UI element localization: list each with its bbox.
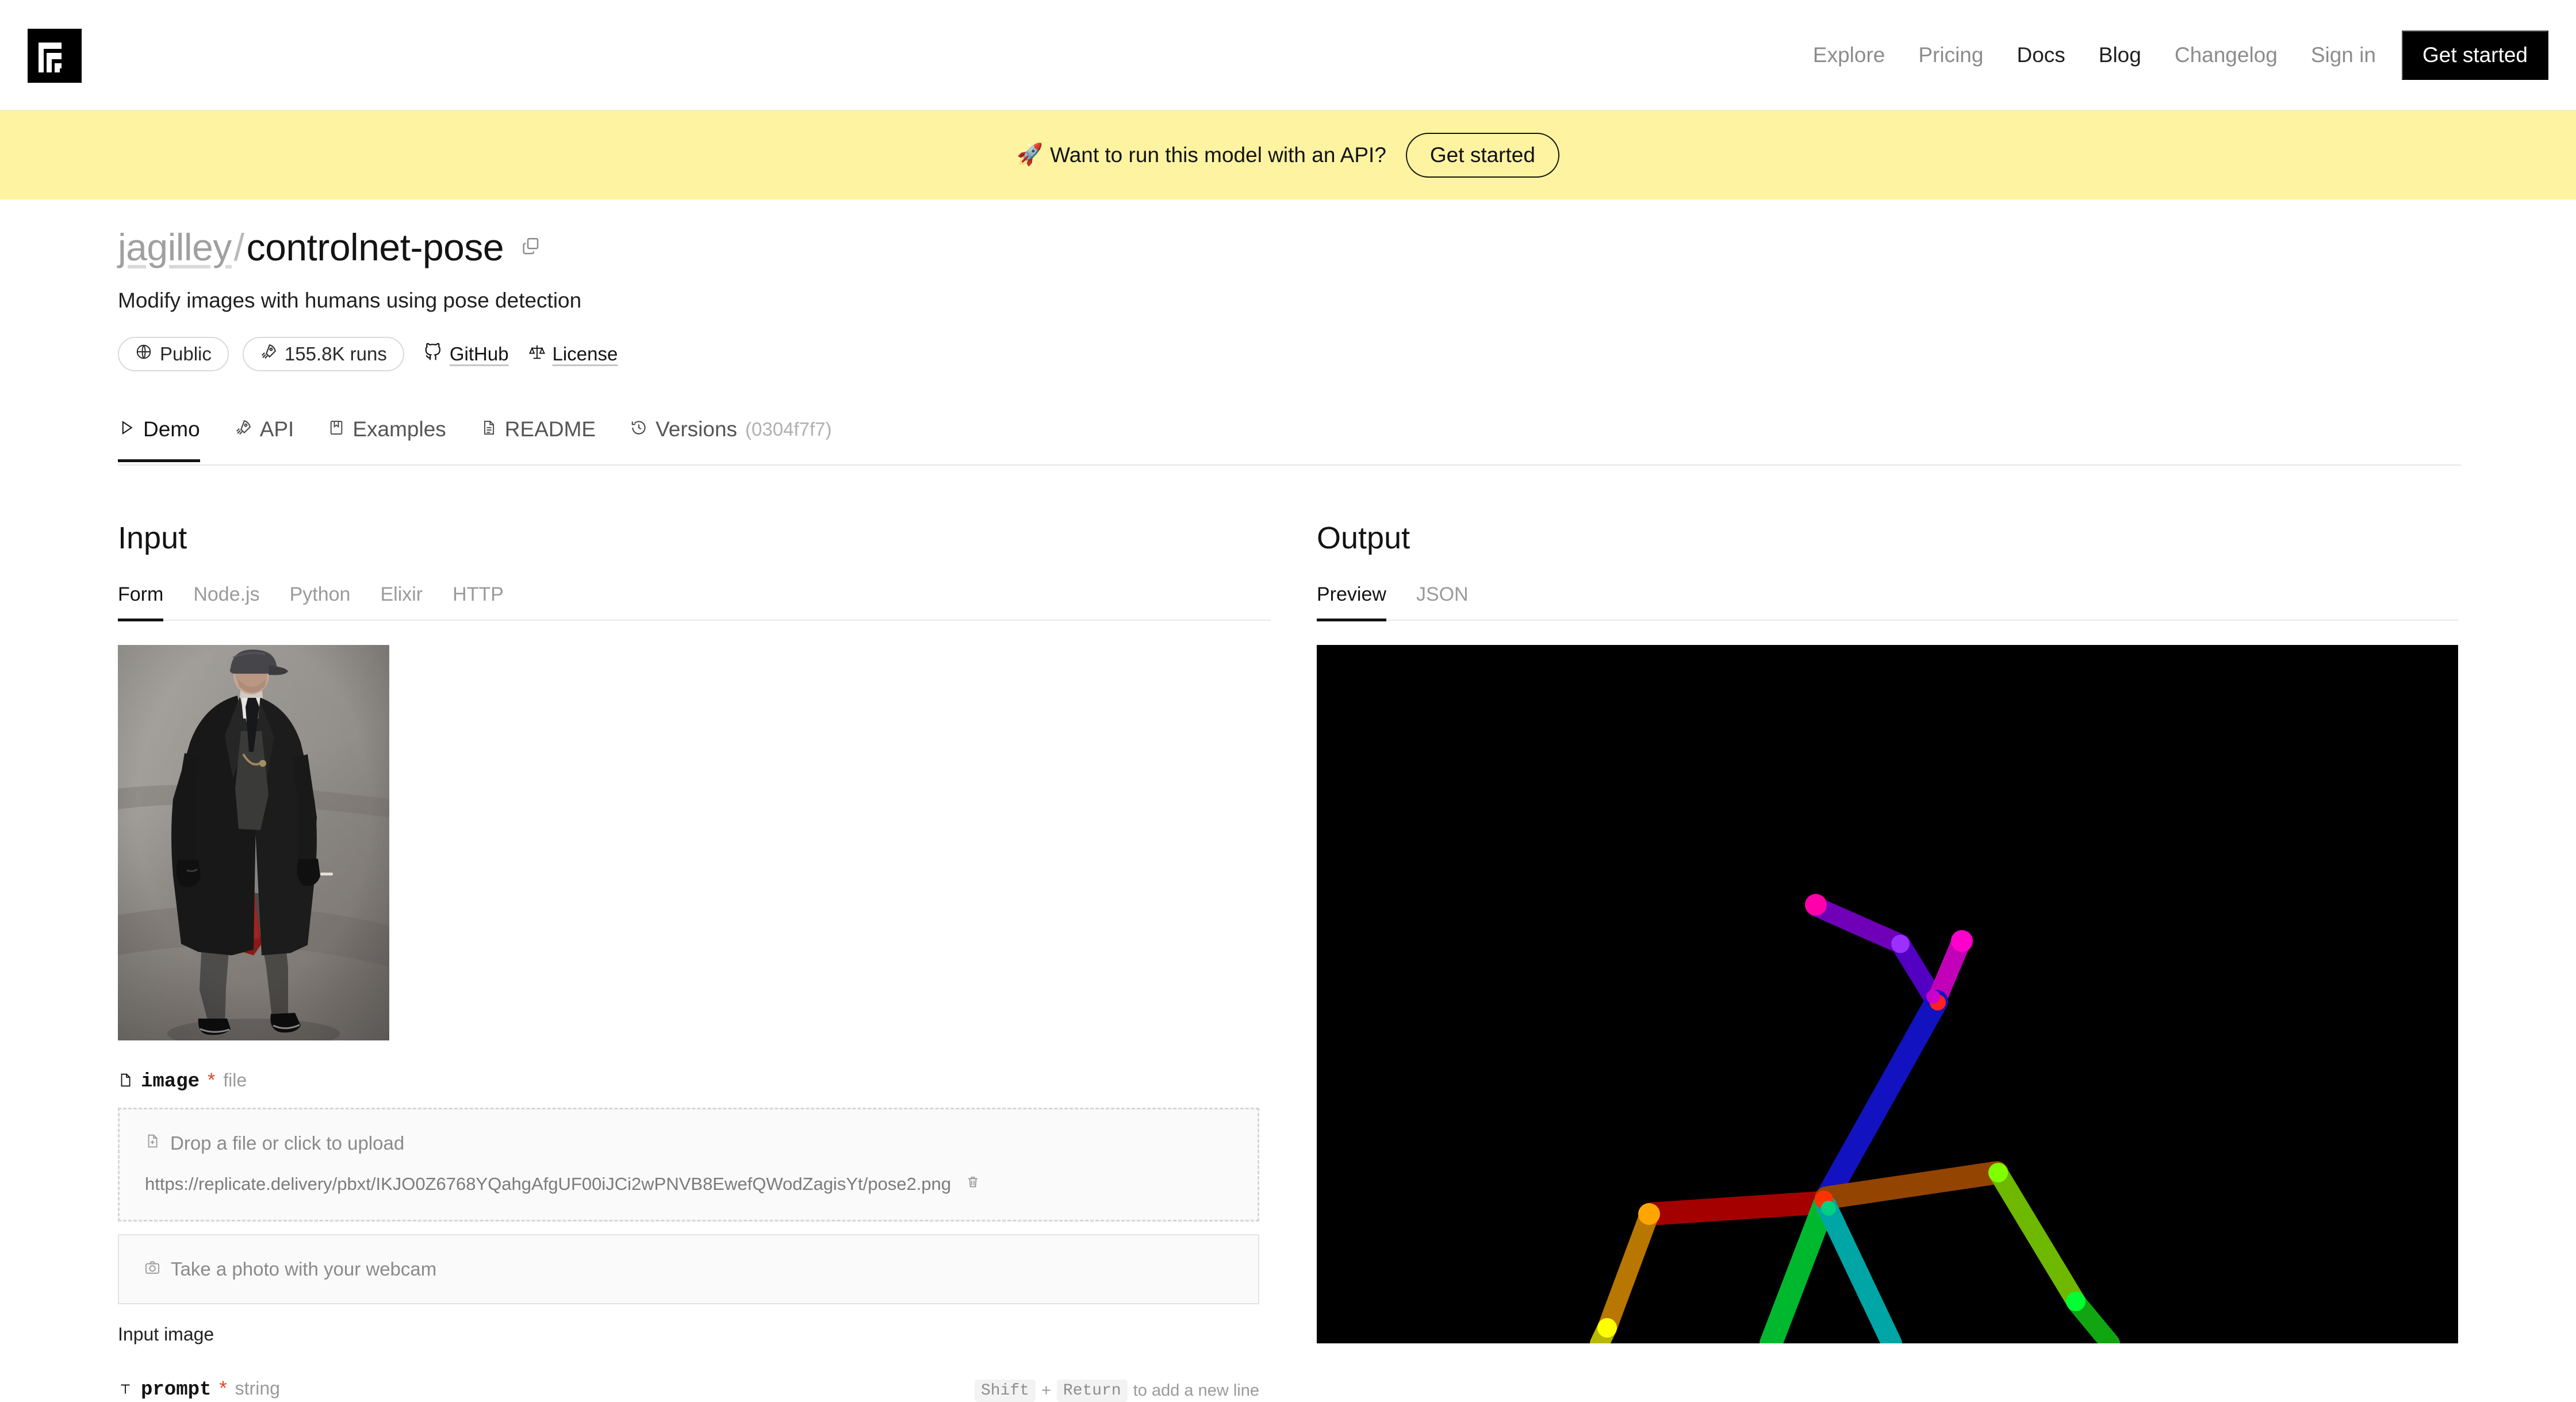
input-subtab-bar: Form Node.js Python Elixir HTTP xyxy=(118,583,1271,621)
image-field-label: image * file xyxy=(118,1069,1271,1093)
output-panel: Output Preview JSON xyxy=(1317,520,2458,1343)
model-description: Modify images with humans using pose det… xyxy=(118,289,582,312)
license-link[interactable]: License xyxy=(528,343,618,365)
breadcrumb: jagilley/controlnet-pose xyxy=(118,225,618,269)
top-navigation-bar: Explore Pricing Docs Blog Changelog Sign… xyxy=(0,0,2576,110)
api-promo-banner: 🚀 Want to run this model with an API? Ge… xyxy=(0,110,2576,199)
tab-readme-label: README xyxy=(504,417,596,441)
tab-demo[interactable]: Demo xyxy=(118,413,217,462)
trash-icon[interactable] xyxy=(966,1174,980,1194)
image-field-helper-text: Input image xyxy=(118,1324,214,1345)
input-panel: Input Form Node.js Python Elixir HTTP im… xyxy=(118,520,1271,1402)
tab-versions-hash: (0304f7f7) xyxy=(745,418,832,440)
text-icon xyxy=(118,1380,133,1402)
nav-link-explore[interactable]: Explore xyxy=(1796,43,1902,67)
replicate-logo-icon[interactable] xyxy=(28,29,82,83)
kbd-hint-text: to add a new line xyxy=(1133,1381,1259,1400)
prompt-keyboard-hint: Shift + Return to add a new line xyxy=(974,1380,1259,1402)
dropzone-prompt: Drop a file or click to upload xyxy=(145,1132,1232,1154)
image-field-required: * xyxy=(208,1069,216,1091)
tab-examples[interactable]: Examples xyxy=(311,413,463,461)
banner-message: 🚀 Want to run this model with an API? xyxy=(1017,143,1386,167)
nav-link-blog[interactable]: Blog xyxy=(2082,43,2158,67)
banner-text-label: Want to run this model with an API? xyxy=(1050,143,1386,167)
output-pose-preview[interactable] xyxy=(1317,645,2458,1343)
model-meta-row: Public 155.8K runs GitHub License xyxy=(118,337,618,371)
kbd-return: Return xyxy=(1056,1380,1128,1402)
runs-label: 155.8K runs xyxy=(284,343,387,364)
image-field-type: file xyxy=(223,1070,247,1090)
tab-demo-label: Demo xyxy=(143,417,200,441)
copy-icon[interactable] xyxy=(521,236,540,259)
tab-versions-label: Versions xyxy=(656,417,738,441)
file-icon xyxy=(118,1071,133,1094)
github-icon xyxy=(424,343,443,366)
webcam-label: Take a photo with your webcam xyxy=(171,1258,437,1280)
prompt-field-row: prompt * string Shift + Return to add a n… xyxy=(118,1377,1259,1402)
subtab-json[interactable]: JSON xyxy=(1401,583,1483,620)
rocket-icon xyxy=(235,417,252,441)
subtab-elixir[interactable]: Elixir xyxy=(365,583,438,620)
globe-icon xyxy=(135,343,152,365)
scales-icon xyxy=(528,343,546,365)
subtab-preview[interactable]: Preview xyxy=(1317,583,1401,621)
prompt-field-name: prompt xyxy=(141,1379,212,1401)
camera-icon xyxy=(144,1258,160,1280)
subtab-http[interactable]: HTTP xyxy=(438,583,519,620)
subtab-form[interactable]: Form xyxy=(118,583,178,621)
nav-link-sign-in[interactable]: Sign in xyxy=(2294,43,2393,67)
webcam-capture-button[interactable]: Take a photo with your webcam xyxy=(118,1234,1259,1304)
get-started-button[interactable]: Get started xyxy=(2401,30,2548,80)
kbd-shift: Shift xyxy=(974,1380,1036,1402)
subtab-python[interactable]: Python xyxy=(275,583,366,620)
image-dropzone[interactable]: Drop a file or click to upload https://r… xyxy=(118,1108,1259,1222)
output-panel-title: Output xyxy=(1317,521,1410,555)
uploaded-file-row: https://replicate.delivery/pbxt/IKJO0Z67… xyxy=(145,1174,1232,1194)
main-tab-bar: Demo API Examples README Versions (0304f… xyxy=(118,413,2461,466)
prompt-field-required: * xyxy=(219,1377,227,1399)
model-owner-link[interactable]: jagilley xyxy=(118,226,232,268)
image-field-name: image xyxy=(141,1071,200,1093)
output-subtab-bar: Preview JSON xyxy=(1317,583,2458,621)
kbd-plus: + xyxy=(1041,1381,1051,1400)
input-image-preview[interactable] xyxy=(118,645,389,1040)
visibility-label: Public xyxy=(160,343,212,364)
model-header: jagilley/controlnet-pose Modify images w… xyxy=(118,225,618,371)
uploaded-file-url: https://replicate.delivery/pbxt/IKJO0Z67… xyxy=(145,1174,952,1194)
history-icon xyxy=(630,417,647,441)
prompt-field-label: prompt * string xyxy=(118,1377,280,1401)
breadcrumb-separator: / xyxy=(233,226,244,268)
nav-link-docs[interactable]: Docs xyxy=(2000,43,2082,67)
license-label: License xyxy=(552,343,618,364)
nav-links: Explore Pricing Docs Blog Changelog Sign… xyxy=(1796,0,2548,110)
runs-badge[interactable]: 155.8K runs xyxy=(242,337,404,371)
tab-api-label: API xyxy=(259,417,294,441)
rocket-icon: 🚀 xyxy=(1017,143,1044,166)
tab-api[interactable]: API xyxy=(217,413,312,461)
model-name: controlnet-pose xyxy=(246,226,504,268)
visibility-badge[interactable]: Public xyxy=(118,337,229,371)
rocket-icon xyxy=(260,343,277,365)
tab-readme[interactable]: README xyxy=(463,413,613,461)
nav-link-changelog[interactable]: Changelog xyxy=(2158,43,2294,67)
page-title: jagilley/controlnet-pose xyxy=(118,225,504,269)
tab-examples-label: Examples xyxy=(352,417,446,441)
banner-get-started-button[interactable]: Get started xyxy=(1405,132,1559,178)
dropzone-label: Drop a file or click to upload xyxy=(170,1132,405,1154)
play-icon xyxy=(118,417,135,441)
document-icon xyxy=(481,417,497,441)
input-panel-title: Input xyxy=(118,521,187,555)
subtab-nodejs[interactable]: Node.js xyxy=(178,583,274,620)
nav-link-pricing[interactable]: Pricing xyxy=(1902,43,2000,67)
prompt-field-type: string xyxy=(235,1378,280,1399)
book-icon xyxy=(328,417,344,441)
github-link[interactable]: GitHub xyxy=(424,343,509,366)
tab-versions[interactable]: Versions (0304f7f7) xyxy=(613,413,849,461)
github-label: GitHub xyxy=(449,343,509,364)
file-upload-icon xyxy=(145,1132,160,1154)
